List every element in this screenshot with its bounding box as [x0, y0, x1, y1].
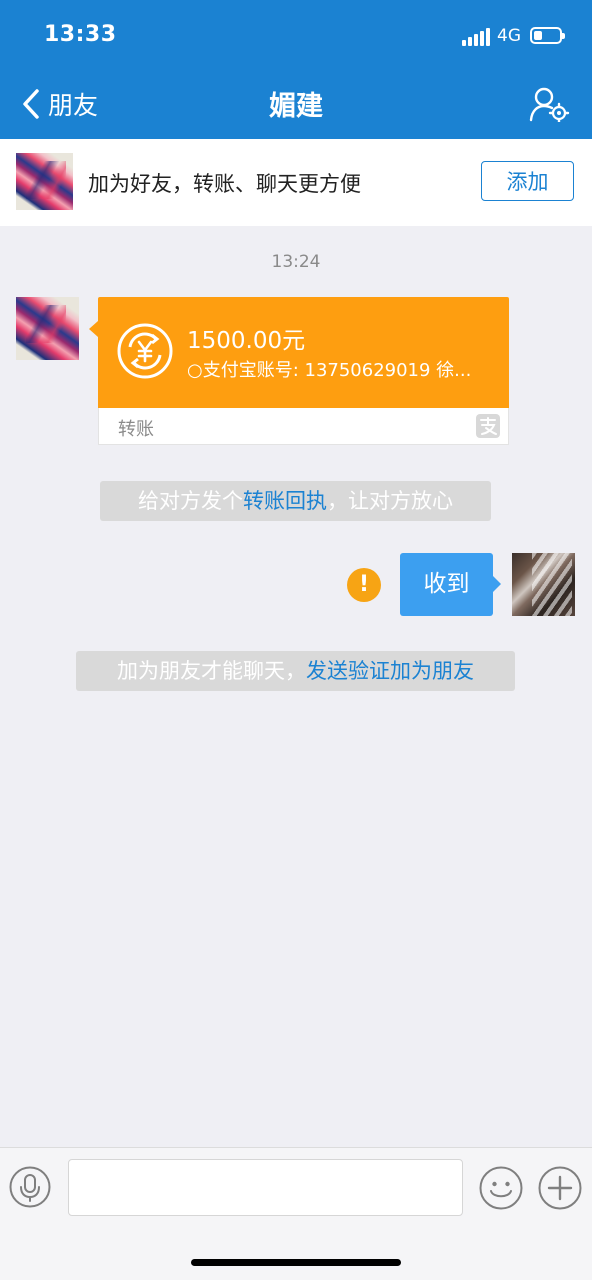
transfer-description: ○支付宝账号: 13750629019 徐...	[187, 360, 472, 381]
receipt-suffix: ，让对方放心	[327, 489, 453, 513]
bubble-tail	[493, 576, 501, 592]
alipay-icon	[476, 414, 500, 438]
page-title: 媚建	[269, 91, 323, 122]
receipt-prefix: 给对方发个	[138, 489, 243, 513]
self-avatar[interactable]	[512, 553, 575, 616]
transfer-receipt-link[interactable]: 转账回执	[243, 489, 327, 513]
plus-icon[interactable]	[538, 1166, 582, 1210]
home-indicator	[191, 1259, 401, 1266]
network-type: 4G	[497, 26, 521, 46]
send-verification-link[interactable]: 发送验证加为朋友	[306, 659, 474, 683]
add-friend-button[interactable]: 添加	[481, 161, 574, 201]
emoji-icon[interactable]	[479, 1166, 523, 1210]
transfer-yuan-icon	[117, 323, 173, 379]
user-settings-icon[interactable]	[528, 86, 570, 122]
signal-icon	[462, 28, 492, 46]
header: 13:33 4G 朋友 媚建	[0, 0, 592, 139]
battery-icon	[530, 27, 565, 44]
transfer-card[interactable]: 1500.00元 ○支付宝账号: 13750629019 徐... 转账	[89, 297, 509, 445]
bubble-tail	[89, 321, 98, 337]
receipt-system-notice: 给对方发个转账回执，让对方放心	[100, 481, 491, 521]
banner-text: 加为好友，转账、聊天更方便	[88, 172, 361, 196]
transfer-card-body: 1500.00元 ○支付宝账号: 13750629019 徐...	[98, 297, 509, 408]
transfer-amount: 1500.00元	[187, 328, 306, 354]
transfer-label: 转账	[118, 419, 154, 440]
add-friend-banner: 加为好友，转账、聊天更方便 添加	[0, 139, 592, 226]
transfer-card-footer: 转账	[98, 408, 509, 445]
message-timestamp: 13:24	[271, 252, 321, 272]
message-input[interactable]	[68, 1159, 463, 1216]
contact-avatar[interactable]	[16, 297, 79, 360]
voice-icon[interactable]	[9, 1166, 51, 1208]
friend-system-notice: 加为朋友才能聊天，发送验证加为朋友	[76, 651, 515, 691]
status-time: 13:33	[44, 22, 117, 47]
avatar[interactable]	[16, 153, 73, 210]
send-failed-icon[interactable]: !	[347, 568, 381, 602]
friend-prefix: 加为朋友才能聊天，	[117, 659, 306, 683]
sent-message-bubble[interactable]: 收到	[400, 553, 493, 616]
